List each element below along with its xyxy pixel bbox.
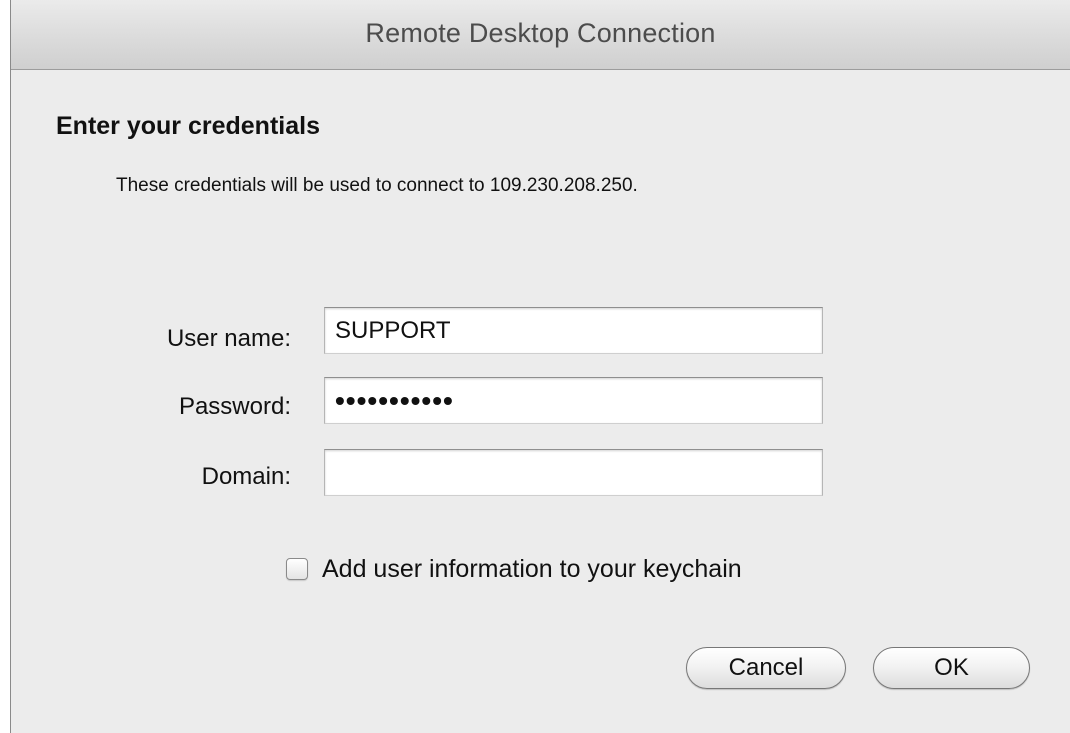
window-title: Remote Desktop Connection: [365, 18, 716, 48]
dialog-heading: Enter your credentials: [56, 112, 320, 140]
dialog-description: These credentials will be used to connec…: [116, 175, 638, 196]
cancel-button[interactable]: Cancel: [686, 647, 846, 689]
domain-label: Domain:: [201, 463, 291, 490]
password-field[interactable]: [324, 377, 823, 424]
title-bar[interactable]: Remote Desktop Connection: [11, 0, 1070, 70]
keychain-checkbox[interactable]: [286, 558, 308, 580]
username-field[interactable]: [324, 307, 823, 354]
username-label: User name:: [166, 325, 291, 352]
keychain-option[interactable]: Add user information to your keychain: [286, 553, 742, 585]
keychain-checkbox-label[interactable]: Add user information to your keychain: [322, 555, 742, 584]
rdc-credentials-dialog: Remote Desktop Connection Enter your cre…: [10, 0, 1070, 733]
domain-field[interactable]: [324, 449, 823, 496]
password-label: Password:: [178, 393, 291, 420]
ok-button[interactable]: OK: [873, 647, 1030, 689]
